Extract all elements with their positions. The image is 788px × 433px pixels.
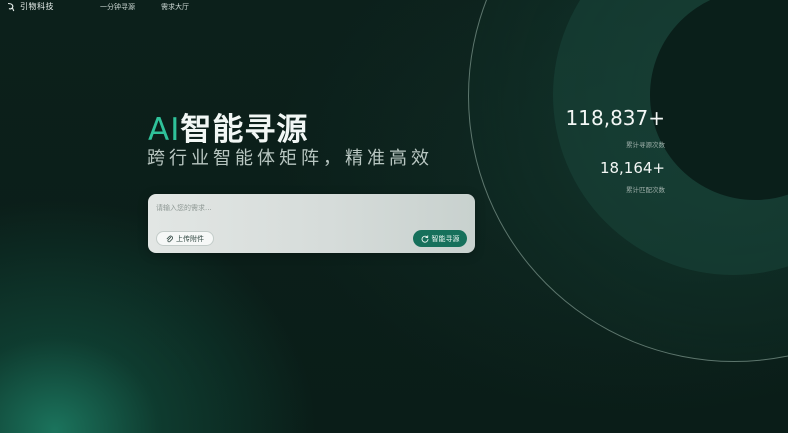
stat-sourcing-count: 118,837+ — [565, 106, 665, 130]
hero-title-text: 智能寻源 — [180, 112, 309, 148]
stat-match-label: 累计匹配次数 — [626, 186, 665, 194]
refresh-icon — [421, 234, 428, 243]
paperclip-icon — [166, 235, 173, 242]
upload-attachment-button[interactable]: 上传附件 — [156, 231, 214, 246]
logo-mark-icon — [7, 2, 15, 11]
logo-text: 引物科技 — [20, 2, 54, 11]
top-nav: 引物科技 一分钟寻源 需求大厅 — [0, 0, 788, 14]
stat-match-count: 18,164+ — [599, 159, 665, 177]
hero-title-ai: AI — [148, 112, 181, 148]
smart-sourcing-button[interactable]: 智能寻源 — [413, 230, 467, 247]
hero-title: AI智能寻源 — [148, 104, 308, 149]
upload-attachment-label: 上传附件 — [176, 234, 204, 243]
nav-link-demand-hall[interactable]: 需求大厅 — [161, 2, 189, 12]
smart-sourcing-label: 智能寻源 — [431, 234, 460, 243]
logo[interactable]: 引物科技 — [6, 1, 54, 12]
search-card: 上传附件 智能寻源 — [148, 194, 475, 253]
search-input[interactable] — [154, 200, 458, 216]
hero-subtitle: 跨行业智能体矩阵，精准高效 — [147, 148, 433, 169]
stat-sourcing-label: 累计寻源次数 — [626, 141, 665, 149]
nav-link-quick-sourcing[interactable]: 一分钟寻源 — [100, 2, 135, 12]
